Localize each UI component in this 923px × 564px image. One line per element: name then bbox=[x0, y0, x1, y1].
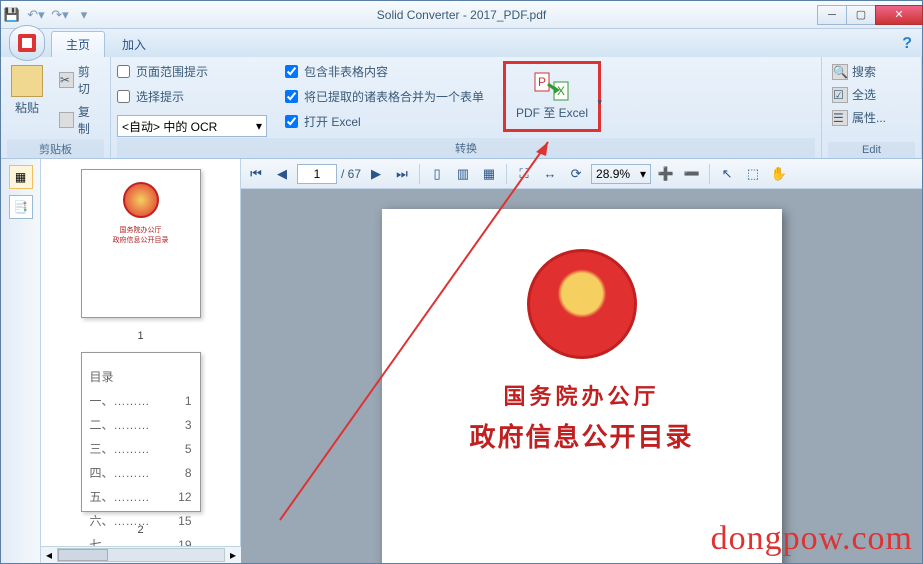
pdf-to-excel-icon: PX bbox=[534, 72, 570, 104]
sidebar: ▦ 📑 bbox=[1, 159, 41, 563]
view-single-icon[interactable]: ▯ bbox=[426, 163, 448, 185]
app-icon bbox=[16, 32, 38, 54]
qat-more-icon[interactable]: ▾ bbox=[73, 4, 95, 26]
qat-save-icon[interactable]: 💾 bbox=[1, 4, 23, 26]
chevron-down-icon: ▾ bbox=[640, 167, 646, 181]
watermark: dongpow.com bbox=[711, 520, 913, 558]
tab-add[interactable]: 加入 bbox=[107, 31, 161, 57]
thumb-hscroll[interactable]: ◂ ▸ bbox=[41, 546, 241, 563]
properties-button[interactable]: ☰属性... bbox=[828, 107, 890, 128]
emblem-icon bbox=[123, 182, 159, 218]
thumbnail-page-2[interactable]: 目录 一、………1 二、………3 三、………5 四、………8 五、………12 六… bbox=[81, 352, 201, 512]
zoom-in-icon[interactable]: ➕ bbox=[655, 163, 677, 185]
svg-text:P: P bbox=[538, 75, 546, 89]
ribbon: 粘贴 ✂剪切 复制 剪贴板 页面范围提示 选择提示 <自动> 中的 OCR▾ 包… bbox=[1, 57, 922, 159]
fit-page-icon[interactable]: ⛶ bbox=[513, 163, 535, 185]
national-emblem-icon bbox=[527, 249, 637, 359]
select-all-icon: ☑ bbox=[832, 87, 848, 103]
thumb-1-label: 1 bbox=[137, 330, 143, 342]
thumbnail-page-1[interactable]: 国务院办公厅 政府信息公开目录 bbox=[81, 169, 201, 318]
rotate-icon[interactable]: ⟳ bbox=[565, 163, 587, 185]
marquee-tool-icon[interactable]: ⬚ bbox=[742, 163, 764, 185]
check-open-excel[interactable]: 打开 Excel bbox=[285, 111, 495, 132]
hand-tool-icon[interactable]: ✋ bbox=[768, 163, 790, 185]
page-input[interactable] bbox=[297, 164, 337, 184]
page-total: / 67 bbox=[341, 167, 361, 181]
check-select-prompt[interactable]: 选择提示 bbox=[117, 86, 277, 107]
properties-icon: ☰ bbox=[832, 110, 848, 126]
select-all-button[interactable]: ☑全选 bbox=[828, 84, 890, 105]
thumb-2-label: 2 bbox=[137, 524, 143, 536]
view-facing-icon[interactable]: ▦ bbox=[478, 163, 500, 185]
pdf-to-excel-button[interactable]: PX PDF 至 Excel ▾ bbox=[503, 61, 601, 132]
check-non-table[interactable]: 包含非表格内容 bbox=[285, 61, 495, 82]
nav-first-icon[interactable]: ⏮ bbox=[245, 163, 267, 185]
search-button[interactable]: 🔍搜索 bbox=[828, 61, 890, 82]
zoom-out-icon[interactable]: ➖ bbox=[681, 163, 703, 185]
titlebar: 💾 ↶▾ ↷▾ ▾ Solid Converter - 2017_PDF.pdf… bbox=[1, 1, 922, 29]
help-icon[interactable]: ? bbox=[902, 35, 912, 57]
paste-button[interactable]: 粘贴 bbox=[7, 61, 47, 120]
window-title: Solid Converter - 2017_PDF.pdf bbox=[377, 8, 546, 22]
fit-width-icon[interactable]: ↔ bbox=[539, 163, 561, 185]
check-merge-tables[interactable]: 将已提取的诸表格合并为一个表单 bbox=[285, 86, 495, 107]
select-tool-icon[interactable]: ↖ bbox=[716, 163, 738, 185]
tab-home[interactable]: 主页 bbox=[51, 31, 105, 57]
group-convert-label: 转换 bbox=[117, 138, 815, 158]
chevron-down-icon: ▾ bbox=[256, 119, 262, 133]
cut-icon: ✂ bbox=[59, 72, 74, 88]
group-clipboard-label: 剪贴板 bbox=[7, 139, 104, 159]
paste-icon bbox=[11, 65, 43, 97]
thumbnail-panel: 国务院办公厅 政府信息公开目录 1 目录 一、………1 二、………3 三、………… bbox=[41, 159, 241, 546]
paste-label: 粘贴 bbox=[15, 99, 39, 116]
view-continuous-icon[interactable]: ▥ bbox=[452, 163, 474, 185]
chevron-down-icon: ▾ bbox=[597, 97, 602, 108]
app-button[interactable] bbox=[9, 25, 45, 61]
maximize-button[interactable]: ▢ bbox=[846, 5, 876, 25]
copy-icon bbox=[59, 112, 74, 128]
close-button[interactable]: ✕ bbox=[875, 5, 923, 25]
nav-next-icon[interactable]: ▶ bbox=[365, 163, 387, 185]
viewer-toolbar: ⏮ ◀ / 67 ▶ ⏭ ▯ ▥ ▦ ⛶ ↔ ⟳ 28.9%▾ ➕ ➖ ↖ ⬚ bbox=[241, 159, 922, 189]
page-1: 国务院办公厅 政府信息公开目录 二〇一七年 bbox=[382, 209, 782, 563]
search-icon: 🔍 bbox=[832, 64, 848, 80]
ribbon-tabs: 主页 加入 ? bbox=[1, 29, 922, 57]
qat-undo-icon[interactable]: ↶▾ bbox=[25, 4, 47, 26]
sidebar-thumbnails[interactable]: ▦ bbox=[9, 165, 33, 189]
nav-last-icon[interactable]: ⏭ bbox=[391, 163, 413, 185]
ocr-dropdown[interactable]: <自动> 中的 OCR▾ bbox=[117, 115, 267, 137]
nav-prev-icon[interactable]: ◀ bbox=[271, 163, 293, 185]
cut-button[interactable]: ✂剪切 bbox=[55, 61, 104, 99]
zoom-dropdown[interactable]: 28.9%▾ bbox=[591, 164, 651, 184]
sidebar-bookmarks[interactable]: 📑 bbox=[9, 195, 33, 219]
qat-redo-icon[interactable]: ↷▾ bbox=[49, 4, 71, 26]
document-viewer[interactable]: 国务院办公厅 政府信息公开目录 二〇一七年 bbox=[241, 189, 922, 563]
check-page-range[interactable]: 页面范围提示 bbox=[117, 61, 277, 82]
copy-button[interactable]: 复制 bbox=[55, 101, 104, 139]
doc-title-1: 国务院办公厅 bbox=[503, 379, 659, 411]
minimize-button[interactable]: ─ bbox=[817, 5, 847, 25]
doc-title-2: 政府信息公开目录 bbox=[469, 417, 693, 454]
group-edit-label: Edit bbox=[828, 142, 915, 158]
